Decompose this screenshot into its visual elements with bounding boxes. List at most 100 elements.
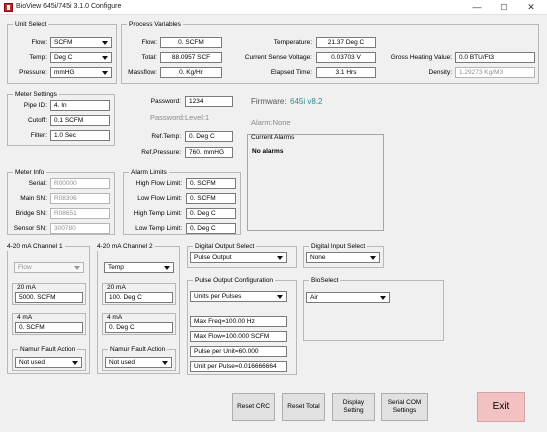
firmware-label: Firmware: — [251, 97, 287, 106]
channel2-namur-value: Not used — [109, 359, 136, 366]
digital-output-value: Pulse Output — [194, 254, 232, 261]
channel1-20ma-label: 20 mA — [17, 284, 36, 291]
pv-elapsed-field: 3.1 Hrs — [316, 67, 376, 78]
digital-output-title: Digital Output Select — [193, 242, 257, 251]
unit-pressure-label: Pressure: — [19, 69, 47, 76]
process-variables-title: Process Variables — [127, 20, 183, 29]
unit-per-pulse: Unit per Pulse=0.016666664 — [190, 361, 287, 372]
digital-input-select[interactable]: None — [306, 252, 380, 263]
pv-density-field: 1.29273 Kg/M3 — [455, 67, 535, 78]
unit-pressure-select[interactable]: mmHG — [50, 67, 112, 78]
unit-flow-label: Flow: — [31, 39, 47, 46]
main-sn-field: R08306 — [50, 193, 110, 204]
bioselect-select[interactable]: Air — [306, 292, 390, 303]
channel1-4ma-input[interactable]: 0. SCFM — [15, 322, 83, 333]
channel2-4ma-input[interactable]: 0. Deg C — [105, 322, 173, 333]
channel2-namur-label: Namur Fault Action — [108, 345, 168, 354]
bioselect-title: BioSelect — [309, 276, 341, 285]
serial-com-settings-button[interactable]: Serial COM Settings — [381, 393, 428, 421]
channel2-source-select[interactable]: Temp — [104, 262, 174, 273]
pv-massflow-field: 0. Kg/Hr — [160, 67, 222, 78]
unit-temp-select[interactable]: Deg C — [50, 52, 112, 63]
unit-flow-value: SCFM — [54, 39, 73, 46]
chevron-down-icon — [102, 41, 108, 45]
channel1-namur-select[interactable]: Not used — [15, 357, 82, 368]
channel1-source-select: Flow — [14, 262, 84, 273]
pipe-id-label: Pipe ID: — [23, 102, 47, 109]
sensor-sn-label: Sensor SN: — [13, 225, 47, 232]
pulse-output-title: Pulse Output Configuration — [193, 276, 276, 285]
high-temp-limit-input[interactable]: 0. Deg C — [186, 208, 236, 219]
current-alarms-text: No alarms — [252, 148, 284, 155]
meter-info-title: Meter Info — [13, 168, 47, 177]
pulse-max-flow: Max Flow=100.000 SCFM — [190, 331, 287, 342]
channel1-4ma-label: 4 mA — [17, 314, 33, 321]
channel1-20ma-input[interactable]: 5000. SCFM — [15, 292, 83, 303]
pv-gross-heating-label: Gross Heating Value: — [390, 54, 452, 61]
password-label: Password: — [150, 98, 181, 105]
chevron-down-icon — [164, 266, 170, 270]
pipe-id-input[interactable]: 4. In — [50, 100, 110, 111]
digital-output-select[interactable]: Pulse Output — [190, 252, 287, 263]
meter-settings-title: Meter Settings — [13, 90, 59, 99]
unit-temp-value: Deg C — [54, 54, 73, 61]
low-temp-limit-input[interactable]: 0. Deg C — [186, 223, 236, 234]
cutoff-input[interactable]: 0.1 SCFM — [50, 115, 110, 126]
chevron-down-icon — [277, 295, 283, 299]
chevron-down-icon — [74, 266, 80, 270]
channel2-namur-select[interactable]: Not used — [105, 357, 172, 368]
password-level-text: Password:Level:1 — [150, 113, 210, 122]
chevron-down-icon — [102, 56, 108, 60]
high-flow-limit-label: High Flow Limit: — [135, 180, 182, 187]
unit-flow-select[interactable]: SCFM — [50, 37, 112, 48]
chevron-down-icon — [72, 361, 78, 365]
ref-temp-input[interactable]: 0. Deg C — [185, 131, 233, 142]
bridge-sn-label: Bridge SN: — [15, 210, 47, 217]
digital-input-title: Digital Input Select — [309, 242, 368, 251]
pv-elapsed-label: Elapsed Time: — [270, 69, 312, 76]
reset-crc-button[interactable]: Reset CRC — [232, 393, 275, 421]
reset-total-button[interactable]: Reset Total — [282, 393, 325, 421]
ref-temp-label: Ref.Temp: — [151, 133, 181, 140]
unit-temp-label: Temp: — [29, 54, 47, 61]
channel1-source-value: Flow — [18, 264, 32, 271]
filter-input[interactable]: 1.0 Sec — [50, 130, 110, 141]
pulse-mode-value: Units per Pulses — [194, 293, 242, 300]
main-sn-label: Main SN: — [20, 195, 47, 202]
channel1-namur-value: Not used — [19, 359, 46, 366]
pv-density-label: Density: — [428, 69, 452, 76]
bioselect-value: Air — [310, 294, 318, 301]
ref-pressure-input[interactable]: 760. mmHG — [185, 147, 233, 158]
chevron-down-icon — [277, 256, 283, 260]
high-temp-limit-label: High Temp Limit: — [133, 210, 182, 217]
channel1-title: 4-20 mA Channel 1 — [5, 242, 65, 251]
bridge-sn-field: R08651 — [50, 208, 110, 219]
pulse-mode-select[interactable]: Units per Pulses — [190, 291, 287, 302]
window-title: BioView 645i/745i 3.1.0 Configure — [16, 3, 122, 10]
app-icon — [4, 3, 13, 12]
title-bar: BioView 645i/745i 3.1.0 Configure — ☐ ✕ — [0, 0, 547, 15]
pv-total-field: 88.0957 SCF — [160, 52, 222, 63]
pv-gross-heating-field: 0.0 BTU/Ft3 — [455, 52, 535, 63]
pulse-max-freq: Max Freq=100.00 Hz — [190, 316, 287, 327]
low-flow-limit-label: Low Flow Limit: — [137, 195, 182, 202]
unit-select-title: Unit Select — [13, 20, 49, 29]
pv-flow-label: Flow: — [141, 39, 157, 46]
alarm-status-text: Alarm:None — [251, 118, 291, 127]
display-setting-button[interactable]: Display Setting — [332, 393, 375, 421]
current-alarms-box: Current Alarms No alarms — [247, 134, 384, 231]
pv-temperature-label: Temperature: — [273, 39, 312, 46]
ref-pressure-label: Ref.Pressure: — [141, 149, 181, 156]
filter-label: Filter: — [30, 132, 47, 139]
password-input[interactable]: 1234 — [185, 96, 233, 107]
minimize-icon[interactable]: — — [463, 0, 491, 15]
pulse-per-unit: Pulse per Unit=60.000 — [190, 346, 287, 357]
channel2-20ma-input[interactable]: 100. Deg C — [105, 292, 173, 303]
maximize-icon[interactable]: ☐ — [490, 0, 518, 15]
unit-pressure-value: mmHG — [54, 69, 75, 76]
exit-button[interactable]: Exit — [477, 392, 525, 422]
pv-total-label: Total: — [141, 54, 157, 61]
high-flow-limit-input[interactable]: 0. SCFM — [186, 178, 236, 189]
close-icon[interactable]: ✕ — [517, 0, 545, 15]
low-flow-limit-input[interactable]: 0. SCFM — [186, 193, 236, 204]
